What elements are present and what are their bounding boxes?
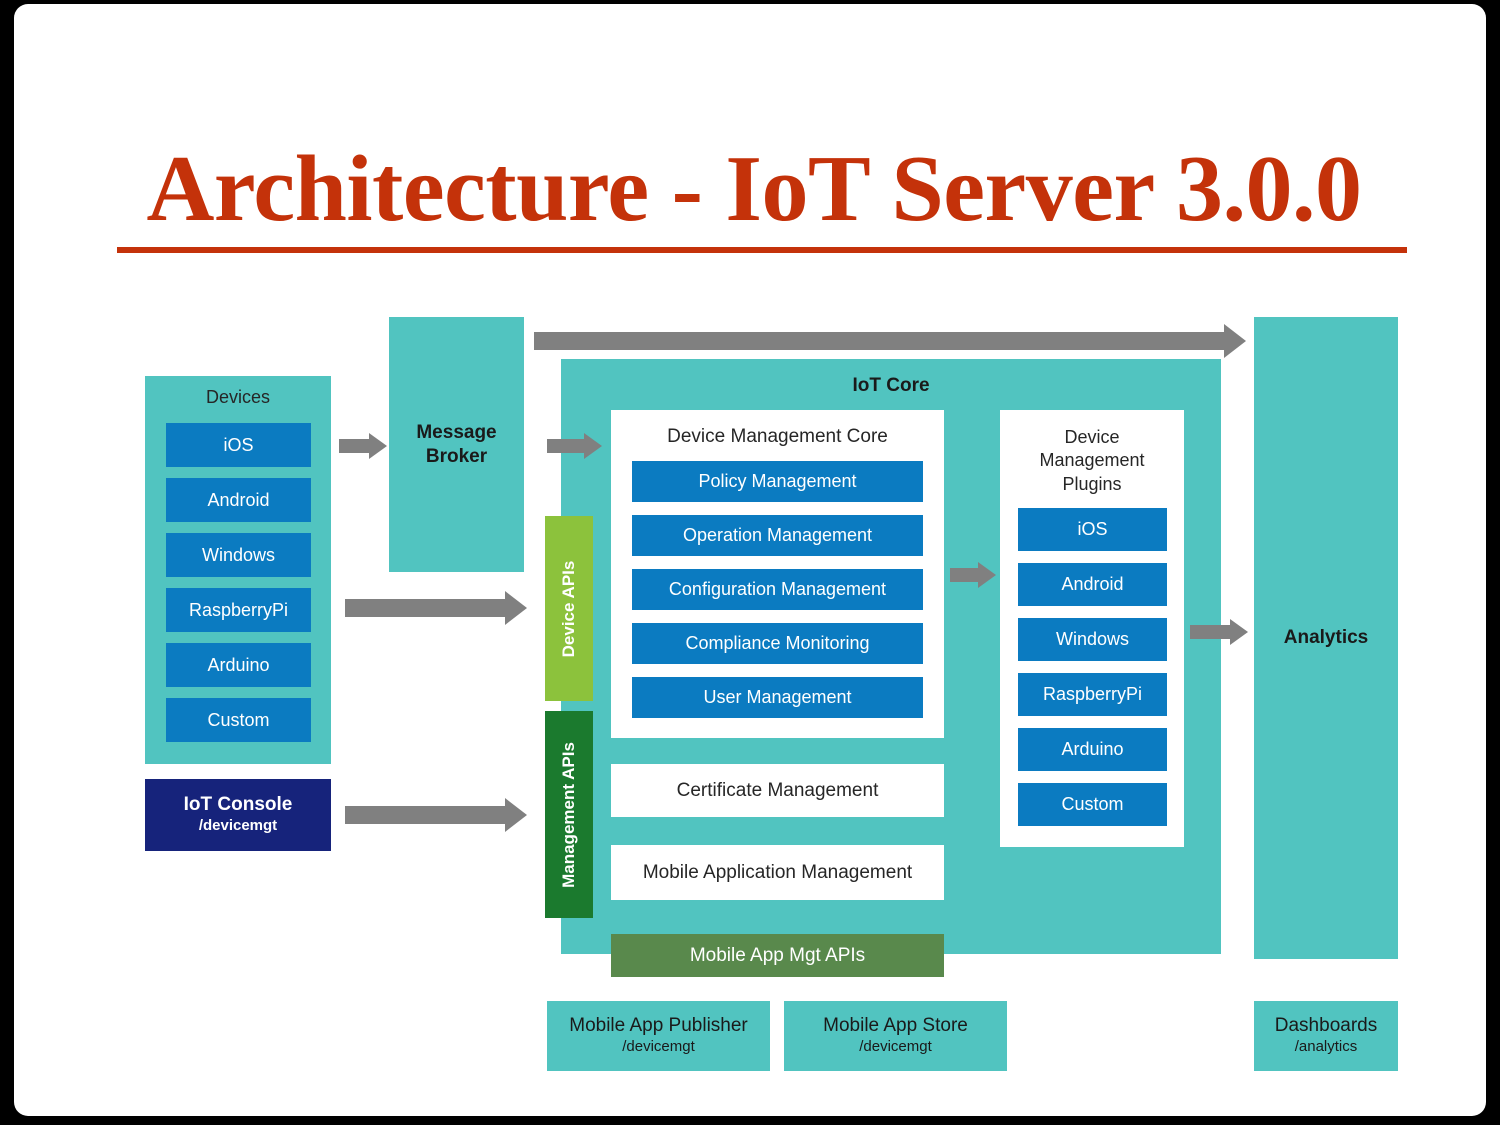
device-management-plugins-panel: Device Management Plugins iOS Android Wi… [1000,410,1184,847]
arrow-devices-to-message-broker [339,428,387,464]
page-title: Architecture - IoT Server 3.0.0 [146,137,1362,241]
device-apis-bar[interactable]: Device APIs [545,516,593,701]
device-apis-label: Device APIs [559,560,578,657]
iot-console-name: IoT Console [183,793,293,815]
core-item-operation-management[interactable]: Operation Management [632,515,923,556]
mobile-app-store-name: Mobile App Store [823,1015,968,1037]
dashboards-path: /analytics [1294,1038,1358,1056]
device-management-plugins-title: Device Management Plugins [1000,426,1184,496]
plugin-item-custom[interactable]: Custom [1018,783,1167,826]
device-item-android[interactable]: Android [166,478,311,522]
certificate-management-box[interactable]: Certificate Management [611,764,944,817]
plugins-title-line2: Management [1039,450,1145,471]
core-item-configuration-management[interactable]: Configuration Management [632,569,923,610]
message-broker-box[interactable]: Message Broker [389,317,524,572]
arrow-message-broker-to-iot-core [547,428,602,464]
plugin-item-arduino[interactable]: Arduino [1018,728,1167,771]
arrow-message-broker-to-analytics [534,324,1246,358]
plugin-item-windows[interactable]: Windows [1018,618,1167,661]
plugins-title-line3: Plugins [1062,473,1122,494]
device-management-core-panel: Device Management Core Policy Management… [611,410,944,738]
arrow-devices-to-device-apis [345,590,527,626]
dashboards-box[interactable]: Dashboards /analytics [1254,1001,1398,1071]
analytics-box[interactable]: Analytics [1254,317,1398,959]
device-management-core-title: Device Management Core [667,426,888,447]
devices-panel: Devices iOS Android Windows RaspberryPi … [145,376,331,764]
mobile-app-publisher-box[interactable]: Mobile App Publisher /devicemgt [547,1001,770,1071]
mobile-app-publisher-name: Mobile App Publisher [569,1015,748,1037]
device-item-ios[interactable]: iOS [166,423,311,467]
arrow-core-to-plugins [950,557,996,593]
core-item-policy-management[interactable]: Policy Management [632,461,923,502]
core-item-compliance-monitoring[interactable]: Compliance Monitoring [632,623,923,664]
arrow-plugins-to-analytics [1190,614,1248,650]
iot-console-box[interactable]: IoT Console /devicemgt [145,779,331,851]
management-apis-bar[interactable]: Management APIs [545,711,593,918]
plugin-item-android[interactable]: Android [1018,563,1167,606]
plugins-title-line1: Device [1064,427,1120,447]
iot-console-path: /devicemgt [198,816,278,834]
devices-panel-title: Devices [205,387,271,407]
device-item-windows[interactable]: Windows [166,533,311,577]
device-item-raspberrypi[interactable]: RaspberryPi [166,588,311,632]
arrow-iot-console-to-management-apis [345,797,527,833]
plugin-item-raspberrypi[interactable]: RaspberryPi [1018,673,1167,716]
mobile-app-store-path: /devicemgt [859,1038,932,1056]
iot-core-title: IoT Core [852,375,930,396]
plugin-item-ios[interactable]: iOS [1018,508,1167,551]
management-apis-label: Management APIs [559,741,578,888]
mobile-application-management-box[interactable]: Mobile Application Management [611,845,944,900]
device-item-arduino[interactable]: Arduino [166,643,311,687]
message-broker-line2: Broker [425,445,488,467]
title-underline [117,247,1407,253]
message-broker-line1: Message [416,421,497,443]
dashboards-name: Dashboards [1274,1015,1378,1037]
core-item-user-management[interactable]: User Management [632,677,923,718]
slide-canvas: Architecture - IoT Server 3.0.0 Devices … [14,4,1486,1116]
mobile-app-store-box[interactable]: Mobile App Store /devicemgt [784,1001,1007,1071]
device-item-custom[interactable]: Custom [166,698,311,742]
mobile-app-mgt-apis-bar[interactable]: Mobile App Mgt APIs [611,934,944,977]
mobile-app-publisher-path: /devicemgt [622,1038,695,1056]
